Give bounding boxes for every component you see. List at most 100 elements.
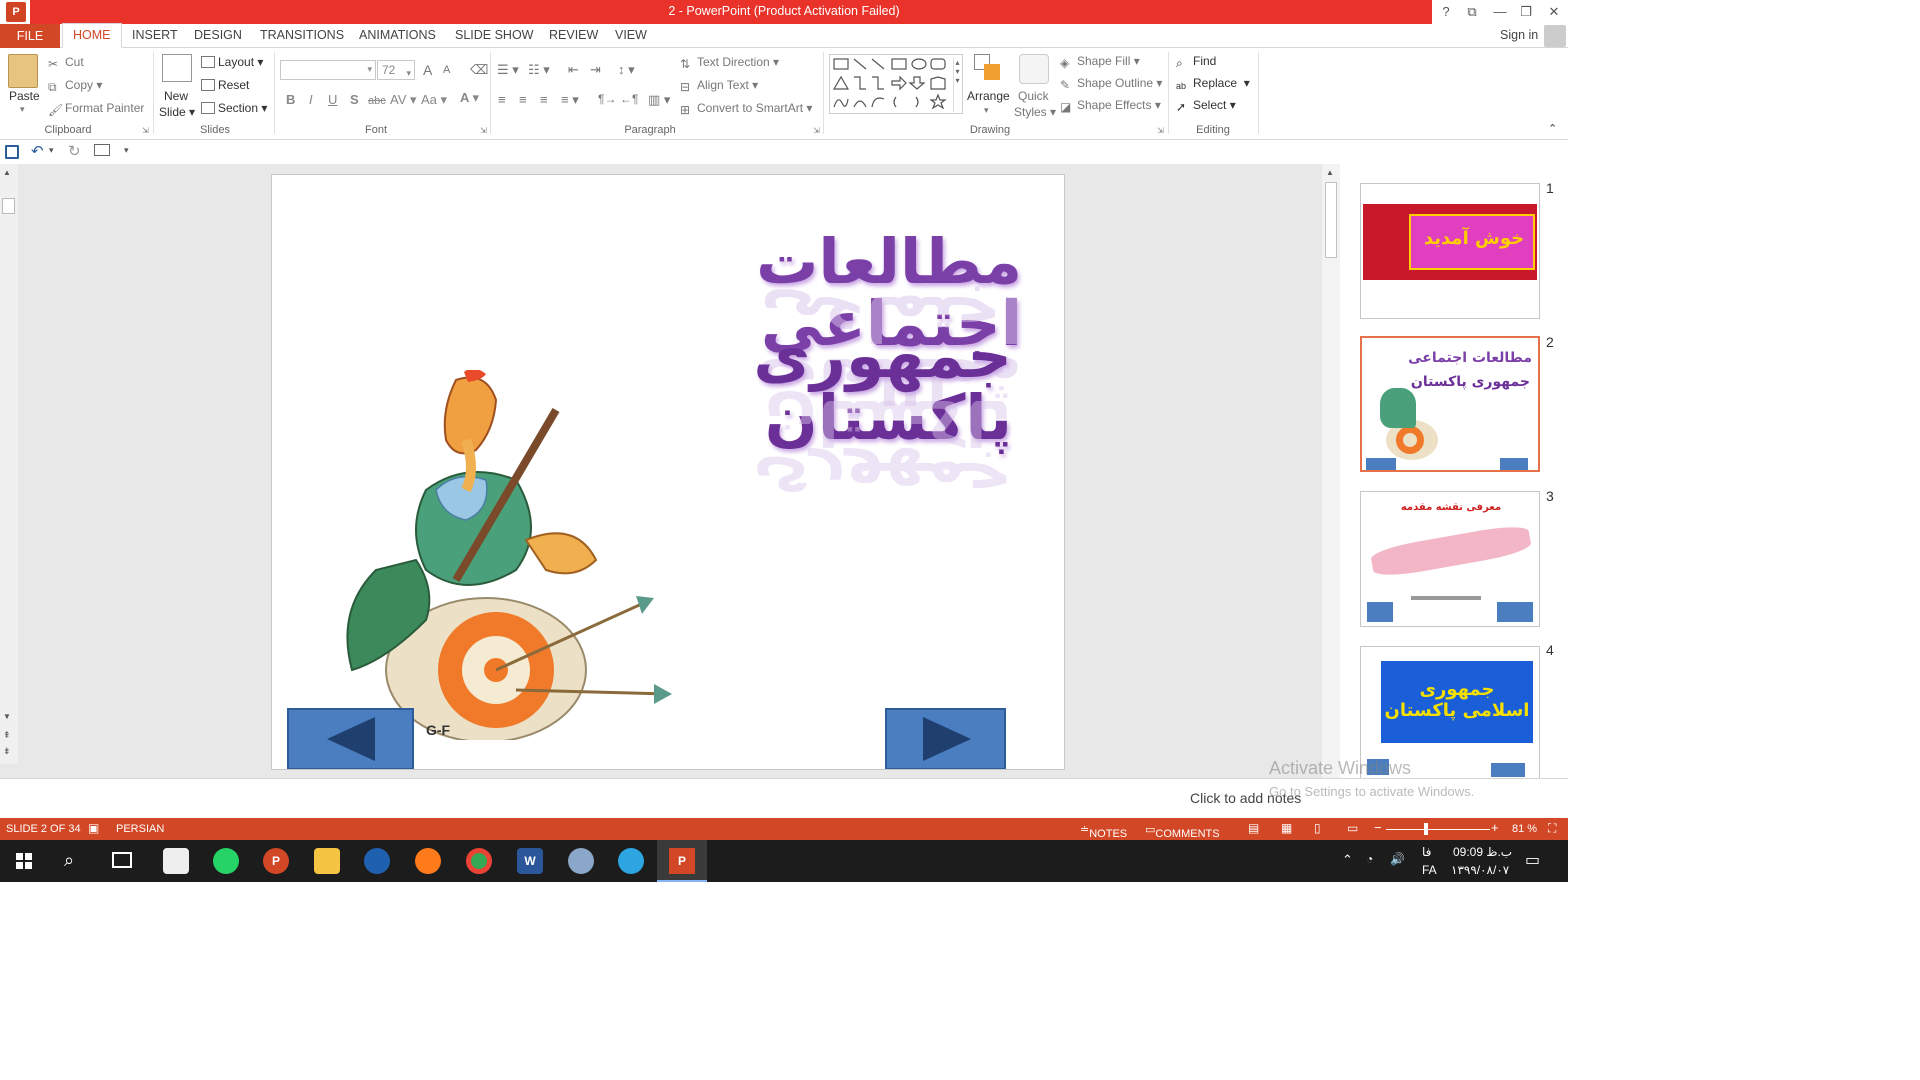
ribbon-display-options-button[interactable]: ⧉ bbox=[1462, 3, 1482, 21]
tab-transitions[interactable]: TRANSITIONS bbox=[260, 28, 344, 42]
zoom-level[interactable]: 81 % bbox=[1512, 823, 1537, 835]
help-button[interactable]: ? bbox=[1436, 3, 1456, 21]
paste-button[interactable]: Paste bbox=[9, 89, 40, 103]
input-language-code[interactable]: FA bbox=[1422, 863, 1437, 877]
wifi-icon[interactable]: ◔ bbox=[1366, 852, 1373, 866]
clock-time[interactable]: 09:09 ب.ظ bbox=[1453, 845, 1512, 859]
show-hidden-icons-icon[interactable]: ⌃ bbox=[1342, 852, 1353, 868]
slide-canvas[interactable]: مطالعات اجتماعی مطالعات اجتماعی جمهوری پ… bbox=[271, 174, 1065, 770]
cut-button[interactable]: ✂ Cut bbox=[48, 55, 84, 71]
new-slide-button[interactable]: Slide ▾ bbox=[159, 105, 195, 119]
close-button[interactable]: ✕ bbox=[1544, 3, 1564, 21]
shape-outline-button[interactable]: ✎ Shape Outline ▾ bbox=[1060, 76, 1162, 92]
arrange-dropdown-icon[interactable]: ▾ bbox=[984, 105, 989, 116]
increase-indent-icon[interactable]: ⇥ bbox=[590, 62, 601, 78]
undo-dropdown-icon[interactable]: ▾ bbox=[49, 145, 54, 156]
save-icon[interactable] bbox=[5, 145, 19, 159]
font-launcher-icon[interactable]: ⇲ bbox=[480, 126, 487, 135]
align-right-icon[interactable]: ≡ bbox=[540, 92, 548, 107]
left-to-right-icon[interactable]: ¶→ bbox=[598, 92, 616, 106]
quick-styles-button[interactable]: Styles ▾ bbox=[1014, 105, 1056, 119]
new-slide-label-1[interactable]: New bbox=[164, 89, 188, 103]
slide-vertical-scrollbar[interactable]: ▲ ▼ bbox=[1322, 164, 1340, 818]
previous-slide-icon[interactable]: ⇞ bbox=[3, 730, 11, 741]
customize-qat-icon[interactable]: ▾ bbox=[124, 145, 129, 156]
scroll-down-arrow-icon[interactable]: ▼ bbox=[3, 712, 11, 721]
font-size-input[interactable]: 72 ▾ bbox=[377, 60, 415, 80]
sign-in-link[interactable]: Sign in bbox=[1500, 28, 1538, 42]
zoom-in-icon[interactable]: + bbox=[1491, 820, 1499, 835]
font-color-button[interactable]: A ▾ bbox=[460, 90, 479, 106]
language-indicator[interactable]: PERSIAN bbox=[116, 823, 164, 835]
shape-effects-button[interactable]: ◪ Shape Effects ▾ bbox=[1060, 98, 1161, 114]
zoom-slider-track[interactable] bbox=[1386, 829, 1490, 830]
underline-button[interactable]: U bbox=[328, 92, 337, 107]
start-slideshow-icon[interactable] bbox=[94, 144, 110, 156]
task-view-icon[interactable] bbox=[112, 852, 132, 868]
scroll-thumb[interactable] bbox=[2, 198, 15, 214]
tab-review[interactable]: REVIEW bbox=[549, 28, 598, 42]
shrink-font-button[interactable]: A bbox=[443, 64, 450, 76]
clear-formatting-icon[interactable]: ⌫ bbox=[470, 62, 488, 78]
drawing-launcher-icon[interactable]: ⇲ bbox=[1157, 126, 1164, 135]
layout-button[interactable]: Layout ▾ bbox=[201, 55, 263, 69]
font-name-input[interactable]: ▾ bbox=[280, 60, 376, 80]
section-button[interactable]: Section ▾ bbox=[201, 101, 267, 115]
shape-fill-button[interactable]: ◈ Shape Fill ▾ bbox=[1060, 54, 1140, 70]
reading-view-icon[interactable]: ▯ bbox=[1314, 821, 1321, 835]
zoom-out-icon[interactable]: − bbox=[1374, 820, 1382, 835]
windows-start-icon[interactable] bbox=[16, 853, 32, 869]
tab-slide-show[interactable]: SLIDE SHOW bbox=[455, 28, 534, 42]
copy-button[interactable]: ⧉ Copy ▾ bbox=[48, 78, 102, 94]
reset-button[interactable]: Reset bbox=[201, 78, 249, 92]
shapes-gallery[interactable] bbox=[829, 54, 963, 114]
scroll-up-arrow-icon[interactable]: ▲ bbox=[3, 168, 11, 177]
notes-toggle-button[interactable]: ≐ NOTES bbox=[1080, 823, 1127, 840]
rooster-on-target-illustration[interactable]: G-F bbox=[316, 370, 686, 740]
decrease-indent-icon[interactable]: ⇤ bbox=[568, 62, 579, 78]
firefox-icon[interactable] bbox=[415, 848, 441, 874]
format-painter-button[interactable]: 🖌 Format Painter bbox=[48, 101, 144, 117]
arrange-icon[interactable] bbox=[974, 54, 1002, 82]
slide-thumbnail-2-selected[interactable]: مطالعات اجتماعی جمهوری پاکستان bbox=[1360, 336, 1540, 472]
network-app-icon[interactable] bbox=[364, 848, 390, 874]
slide-sorter-icon[interactable]: ▦ bbox=[1281, 821, 1292, 835]
tab-home[interactable]: HOME bbox=[62, 23, 122, 48]
tab-design[interactable]: DESIGN bbox=[194, 28, 242, 42]
shapes-gallery-scroll[interactable]: ▴ ▾ ▾ bbox=[953, 58, 961, 112]
paint-app-icon[interactable] bbox=[568, 848, 594, 874]
previous-slide-button[interactable] bbox=[287, 708, 414, 769]
chrome-icon[interactable] bbox=[466, 848, 492, 874]
right-to-left-icon[interactable]: ←¶ bbox=[620, 92, 638, 106]
numbering-icon[interactable]: ☷ ▾ bbox=[528, 62, 550, 78]
bold-button[interactable]: B bbox=[286, 92, 295, 107]
arrange-button[interactable]: Arrange bbox=[967, 89, 1010, 103]
text-shadow-button[interactable]: S bbox=[350, 92, 359, 107]
grow-font-button[interactable]: A bbox=[423, 62, 432, 78]
undo-icon[interactable]: ↶ bbox=[31, 142, 44, 160]
find-button[interactable]: ⌕ Find bbox=[1176, 54, 1216, 70]
replace-button[interactable]: ab Replace ▾ bbox=[1176, 76, 1250, 93]
user-avatar-icon[interactable] bbox=[1544, 25, 1566, 47]
slide-thumbnail-3[interactable]: معرفی نقشه مقدمه bbox=[1360, 491, 1540, 627]
search-icon[interactable]: ⌕ bbox=[64, 850, 74, 871]
convert-smartart-button[interactable]: ⊞ Convert to SmartArt ▾ bbox=[680, 101, 812, 117]
next-slide-button[interactable] bbox=[885, 708, 1006, 769]
telegram-icon[interactable] bbox=[618, 848, 644, 874]
tab-view[interactable]: VIEW bbox=[615, 28, 647, 42]
new-slide-icon[interactable] bbox=[162, 54, 192, 82]
tab-insert[interactable]: INSERT bbox=[132, 28, 178, 42]
tab-file[interactable]: FILE bbox=[0, 24, 60, 48]
quick-styles-icon[interactable] bbox=[1019, 54, 1049, 84]
paragraph-launcher-icon[interactable]: ⇲ bbox=[813, 126, 820, 135]
bullets-icon[interactable]: ☰ ▾ bbox=[497, 62, 519, 78]
action-center-icon[interactable]: ▭ bbox=[1525, 850, 1540, 870]
text-direction-button[interactable]: ⇅ Text Direction ▾ bbox=[680, 55, 779, 71]
paste-icon[interactable] bbox=[8, 54, 38, 88]
calculator-icon[interactable] bbox=[163, 848, 189, 874]
fit-to-window-icon[interactable]: ⛶ bbox=[1548, 821, 1556, 836]
word-icon[interactable]: W bbox=[517, 848, 543, 874]
spell-check-icon[interactable]: ▣ bbox=[88, 821, 99, 835]
normal-view-icon[interactable]: ▤ bbox=[1248, 821, 1259, 835]
align-left-icon[interactable]: ≡ bbox=[498, 92, 506, 107]
